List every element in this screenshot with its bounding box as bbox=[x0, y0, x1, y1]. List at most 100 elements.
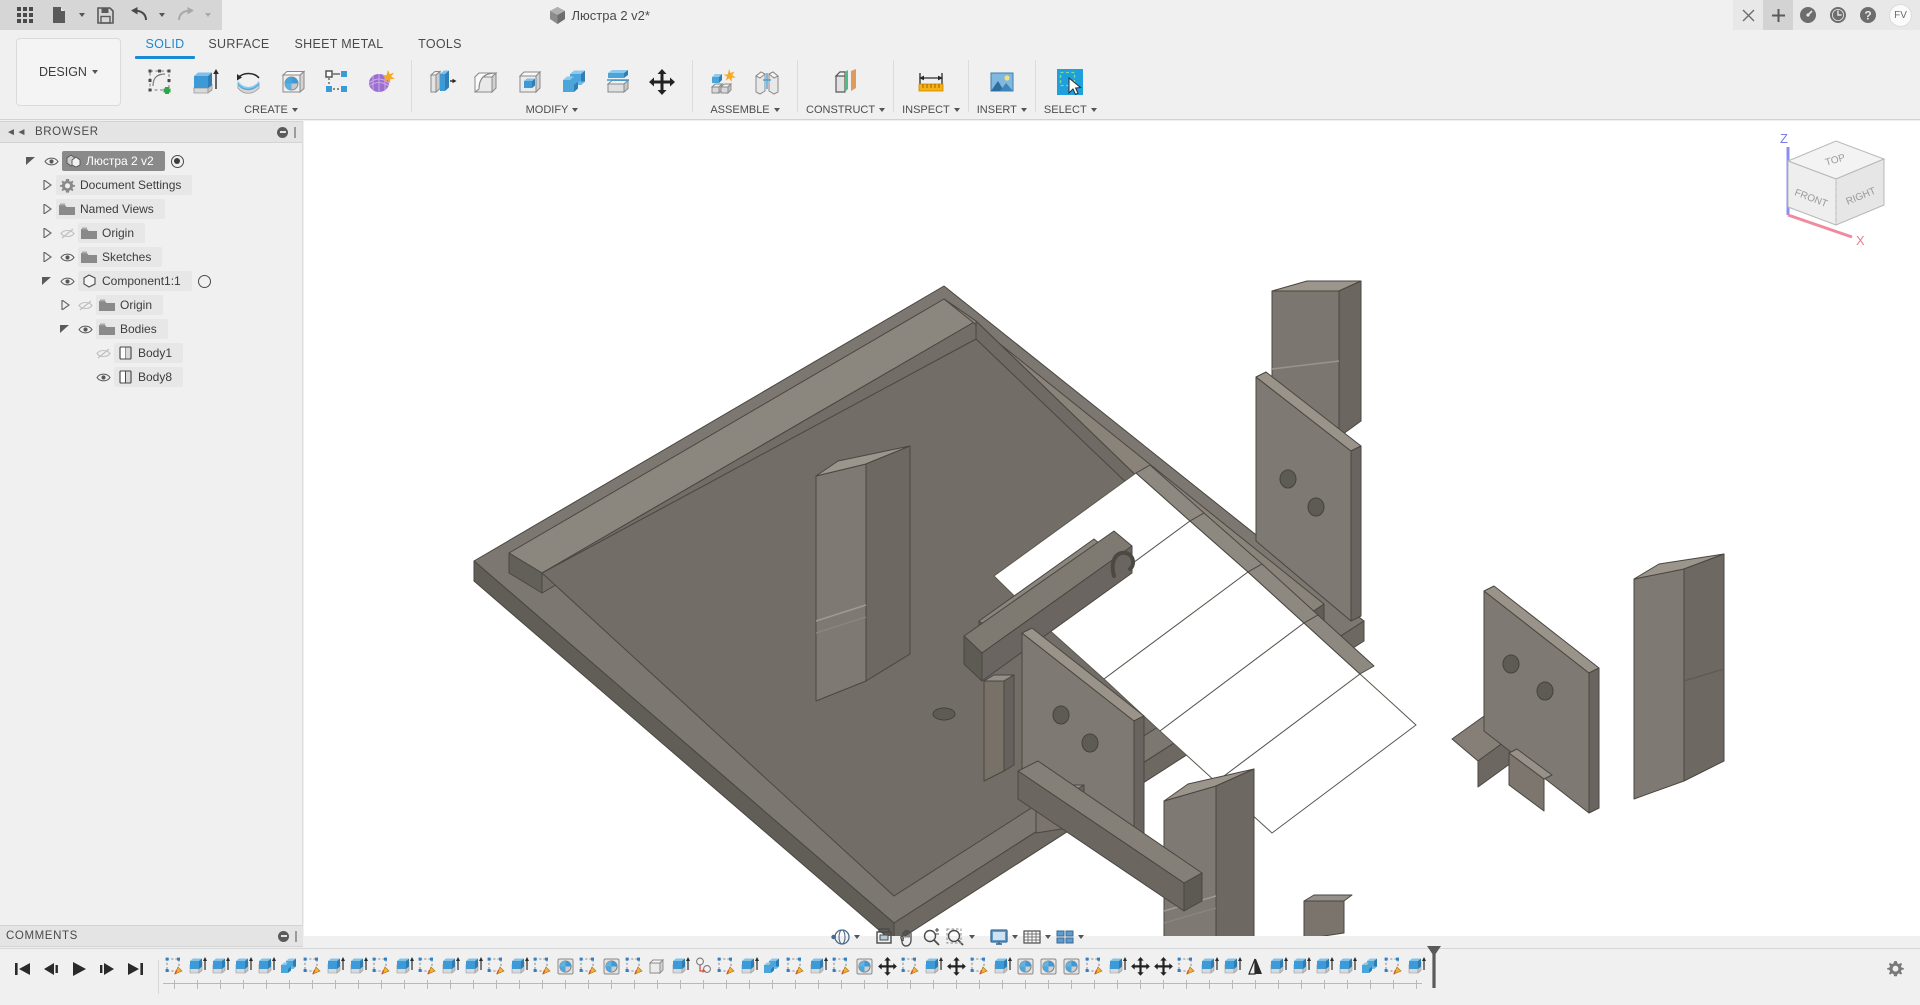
timeline-node-thread[interactable] bbox=[692, 951, 715, 981]
panel-modify-label[interactable]: MODIFY bbox=[526, 104, 579, 116]
timeline-node-extrude[interactable] bbox=[1405, 951, 1428, 981]
timeline-node-sketch[interactable] bbox=[899, 951, 922, 981]
timeline-node-sketch[interactable] bbox=[968, 951, 991, 981]
timeline-node-move[interactable] bbox=[876, 951, 899, 981]
timeline-node-move[interactable] bbox=[1152, 951, 1175, 981]
timeline-node-extrude[interactable] bbox=[1221, 951, 1244, 981]
activate-component-radio[interactable] bbox=[197, 274, 211, 288]
timeline-node-move[interactable] bbox=[1129, 951, 1152, 981]
timeline-node-revolve[interactable] bbox=[1037, 951, 1060, 981]
timeline-node-extrude[interactable] bbox=[807, 951, 830, 981]
new-tab-button[interactable] bbox=[1763, 0, 1793, 30]
redo-icon[interactable] bbox=[168, 0, 202, 30]
expand-arrow-icon[interactable] bbox=[22, 156, 40, 166]
timeline-node-extrude[interactable] bbox=[991, 951, 1014, 981]
workspace-selector[interactable]: DESIGN bbox=[16, 38, 121, 106]
grid-snaps-button[interactable] bbox=[1020, 925, 1053, 949]
timeline-node-sketch[interactable] bbox=[1175, 951, 1198, 981]
timeline-node-sketch[interactable] bbox=[370, 951, 393, 981]
undo-icon[interactable] bbox=[122, 0, 156, 30]
tree-row-origin-component[interactable]: Origin bbox=[0, 293, 302, 317]
timeline-node-extrude[interactable] bbox=[508, 951, 531, 981]
timeline-feature-list[interactable] bbox=[163, 946, 1441, 993]
pattern-button[interactable] bbox=[315, 60, 359, 104]
browser-resize-grip[interactable] bbox=[294, 126, 296, 138]
panel-insert-label[interactable]: INSERT bbox=[977, 104, 1027, 116]
timeline-node-revolve[interactable] bbox=[554, 951, 577, 981]
expand-arrow-icon[interactable] bbox=[38, 228, 56, 238]
timeline-node-sketch[interactable] bbox=[715, 951, 738, 981]
orbit-button[interactable] bbox=[829, 925, 862, 949]
redo-caret-icon[interactable] bbox=[202, 0, 214, 30]
timeline-node-revolve[interactable] bbox=[853, 951, 876, 981]
expand-arrow-icon[interactable] bbox=[38, 252, 56, 262]
viewports-button[interactable] bbox=[1053, 925, 1086, 949]
comments-resize-grip[interactable] bbox=[295, 930, 297, 942]
joint-button[interactable] bbox=[745, 60, 789, 104]
tree-row-document-settings[interactable]: Document Settings bbox=[0, 173, 302, 197]
timeline-node-extrude[interactable] bbox=[669, 951, 692, 981]
timeline-node-sketch[interactable] bbox=[1083, 951, 1106, 981]
select-button[interactable] bbox=[1048, 60, 1092, 104]
timeline-node-extrude[interactable] bbox=[1106, 951, 1129, 981]
timeline-node-move[interactable] bbox=[945, 951, 968, 981]
zoom-window-button[interactable] bbox=[944, 925, 977, 949]
zoom-button[interactable] bbox=[920, 925, 944, 949]
app-grid-icon[interactable] bbox=[8, 0, 42, 30]
undo-caret-icon[interactable] bbox=[156, 0, 168, 30]
visibility-eye-icon[interactable] bbox=[92, 372, 114, 383]
visibility-eye-off-icon[interactable] bbox=[56, 227, 78, 239]
press-pull-button[interactable] bbox=[420, 60, 464, 104]
offset-plane-button[interactable] bbox=[824, 60, 868, 104]
model-3d-view[interactable] bbox=[304, 121, 1920, 936]
new-component-button[interactable] bbox=[701, 60, 745, 104]
timeline-node-extrude[interactable] bbox=[1267, 951, 1290, 981]
timeline-node-sketch[interactable] bbox=[485, 951, 508, 981]
timeline-node-extrude[interactable] bbox=[232, 951, 255, 981]
comments-panel-header[interactable]: COMMENTS bbox=[0, 925, 303, 947]
visibility-eye-icon[interactable] bbox=[56, 252, 78, 263]
expand-arrow-icon[interactable] bbox=[38, 204, 56, 214]
play-button[interactable] bbox=[66, 952, 92, 986]
job-status-icon[interactable] bbox=[1793, 0, 1823, 30]
new-file-caret-icon[interactable] bbox=[76, 0, 88, 30]
view-cube[interactable]: Z X TOP FRONT RIGHT bbox=[1764, 129, 1894, 249]
timeline-node-extrude[interactable] bbox=[324, 951, 347, 981]
timeline-node-combine[interactable] bbox=[1359, 951, 1382, 981]
visibility-eye-icon[interactable] bbox=[56, 276, 78, 287]
timeline-node-sketch[interactable] bbox=[623, 951, 646, 981]
timeline-node-revolve[interactable] bbox=[600, 951, 623, 981]
timeline-node-extrude[interactable] bbox=[738, 951, 761, 981]
step-back-button[interactable] bbox=[38, 952, 64, 986]
browser-minimize-icon[interactable] bbox=[277, 126, 288, 138]
timeline-node-mirror[interactable] bbox=[1244, 951, 1267, 981]
fillet-button[interactable] bbox=[464, 60, 508, 104]
avatar[interactable]: FV bbox=[1889, 3, 1912, 27]
step-forward-button[interactable] bbox=[94, 952, 120, 986]
expand-arrow-icon[interactable] bbox=[56, 300, 74, 310]
timeline-node-sketch[interactable] bbox=[577, 951, 600, 981]
look-at-button[interactable] bbox=[872, 925, 896, 949]
help-icon[interactable]: ? bbox=[1853, 0, 1883, 30]
panel-construct-label[interactable]: CONSTRUCT bbox=[806, 104, 886, 116]
combine-button[interactable] bbox=[552, 60, 596, 104]
visibility-eye-off-icon[interactable] bbox=[74, 299, 96, 311]
timeline-node-extrude[interactable] bbox=[393, 951, 416, 981]
visibility-eye-icon[interactable] bbox=[74, 324, 96, 335]
timeline-node-sketch[interactable] bbox=[830, 951, 853, 981]
timeline-node-extrude[interactable] bbox=[209, 951, 232, 981]
timeline-node-sketch[interactable] bbox=[416, 951, 439, 981]
timeline-node-sketch[interactable] bbox=[531, 951, 554, 981]
tree-row-body8[interactable]: Body8 bbox=[0, 365, 302, 389]
activate-document-radio[interactable] bbox=[170, 154, 184, 168]
panel-inspect-label[interactable]: INSPECT bbox=[902, 104, 960, 116]
timeline-node-extrude[interactable] bbox=[1290, 951, 1313, 981]
visibility-eye-off-icon[interactable] bbox=[92, 347, 114, 359]
move-copy-button[interactable] bbox=[640, 60, 684, 104]
panel-assemble-label[interactable]: ASSEMBLE bbox=[710, 104, 780, 116]
timeline-node-shell[interactable] bbox=[646, 951, 669, 981]
tree-row-named-views[interactable]: Named Views bbox=[0, 197, 302, 221]
comments-minimize-icon[interactable] bbox=[278, 930, 289, 942]
form-button[interactable] bbox=[359, 60, 403, 104]
insert-image-button[interactable] bbox=[980, 60, 1024, 104]
